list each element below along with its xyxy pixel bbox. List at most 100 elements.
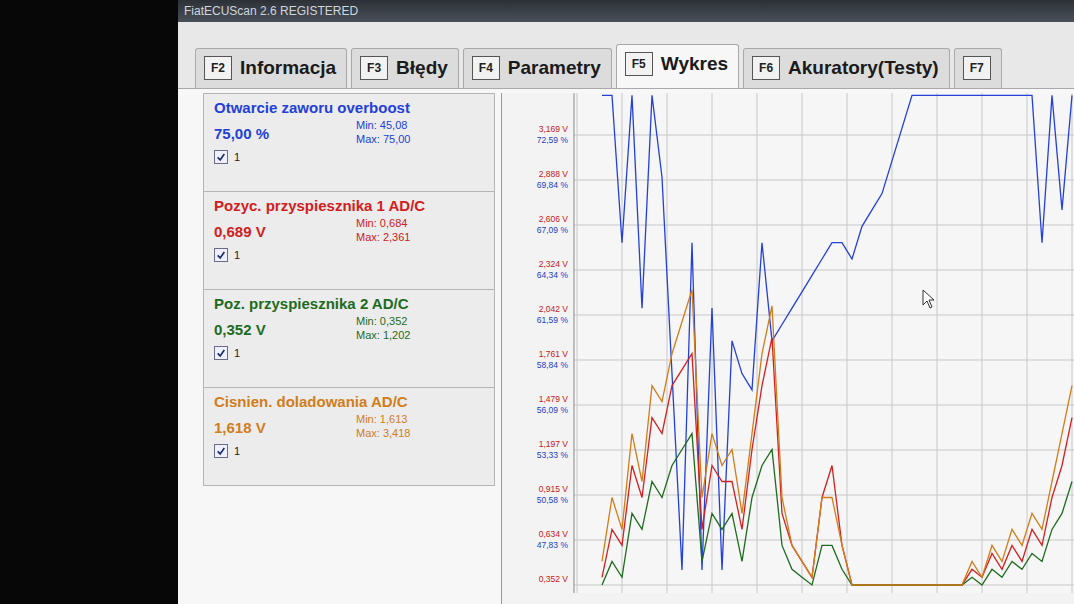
grid-line bbox=[574, 450, 1074, 451]
grid-line bbox=[574, 540, 1074, 541]
tab[interactable]: F7 bbox=[954, 48, 1002, 88]
parameter-card: Poz. przyspiesznika 2 AD/C 0,352 VMin: 0,… bbox=[204, 290, 494, 388]
parameter-list: Otwarcie zaworu overboost 75,00 %Min: 45,… bbox=[203, 93, 495, 486]
y-tick-percent: 56,09 % bbox=[537, 405, 569, 415]
grid-line bbox=[622, 93, 623, 593]
tab-label: Informacja bbox=[240, 57, 336, 79]
series-line bbox=[602, 95, 1072, 570]
grid-line bbox=[1027, 93, 1028, 593]
channel-label: 1 bbox=[234, 151, 240, 163]
y-tick-volts: 2,888 V bbox=[539, 169, 569, 179]
tab-label: Błędy bbox=[396, 57, 448, 79]
grid-line bbox=[574, 180, 1074, 181]
screen-bezel bbox=[0, 0, 178, 604]
grid-line bbox=[1072, 93, 1073, 593]
tab-label: Wykres bbox=[661, 53, 728, 75]
function-key: F6 bbox=[752, 56, 780, 80]
grid-line bbox=[802, 93, 803, 593]
channel-label: 1 bbox=[234, 445, 240, 457]
check-icon bbox=[216, 250, 226, 260]
y-tick-percent: 53,33 % bbox=[537, 450, 569, 460]
grid-line bbox=[937, 93, 938, 593]
parameter-value: 1,618 V bbox=[214, 413, 356, 436]
tab[interactable]: F6 Akuratory(Testy) bbox=[743, 48, 950, 88]
y-tick-percent: 69,84 % bbox=[537, 180, 569, 190]
screen: FiatECUScan 2.6 REGISTERED F2 Informacja F3… bbox=[0, 0, 1074, 604]
y-tick-percent: 67,09 % bbox=[537, 225, 569, 235]
parameter-max: Max: 3,418 bbox=[356, 427, 410, 441]
mouse-cursor-icon bbox=[922, 289, 936, 309]
y-tick-volts: 1,761 V bbox=[539, 349, 569, 359]
y-tick-volts: 0,915 V bbox=[539, 484, 569, 494]
parameter-value: 75,00 % bbox=[214, 119, 356, 142]
parameter-value: 0,352 V bbox=[214, 315, 356, 338]
title-bar: FiatECUScan 2.6 REGISTERED bbox=[178, 0, 1074, 22]
grid-line bbox=[982, 93, 983, 593]
y-tick-volts: 0,352 V bbox=[539, 574, 569, 584]
y-tick-percent: 47,83 % bbox=[537, 540, 569, 550]
content: Otwarcie zaworu overboost 75,00 %Min: 45,… bbox=[178, 89, 1074, 604]
y-tick-volts: 1,479 V bbox=[539, 394, 569, 404]
tab[interactable]: F3 Błędy bbox=[351, 48, 459, 88]
parameter-card: Otwarcie zaworu overboost 75,00 %Min: 45,… bbox=[204, 94, 494, 192]
y-tick-percent: 61,59 % bbox=[537, 315, 569, 325]
chart-plot: 3,169 V72,59 %2,888 V69,84 %2,606 V67,09… bbox=[502, 93, 1074, 593]
parameter-min: Min: 0,684 bbox=[356, 217, 410, 231]
check-icon bbox=[216, 446, 226, 456]
grid-line bbox=[574, 585, 1074, 586]
parameter-card: Cisnien. doladowania AD/C1,618 VMin: 1,6… bbox=[204, 388, 494, 485]
grid-line bbox=[574, 360, 1074, 361]
plot-area bbox=[574, 93, 1074, 593]
y-tick-volts: 2,324 V bbox=[539, 259, 569, 269]
function-key: F3 bbox=[360, 56, 388, 80]
app-window: FiatECUScan 2.6 REGISTERED F2 Informacja F3… bbox=[178, 0, 1074, 604]
grid-line bbox=[847, 93, 848, 593]
parameter-name: Otwarcie zaworu overboost bbox=[214, 99, 486, 116]
grid-line bbox=[574, 405, 1074, 406]
function-key: F7 bbox=[963, 56, 991, 80]
parameter-max: Max: 75,00 bbox=[356, 133, 410, 147]
check-icon bbox=[216, 152, 226, 162]
grid-line bbox=[577, 93, 578, 593]
tab-bar: F2 Informacja F3 Błędy F4Parametry F5 Wykres F6… bbox=[178, 22, 1074, 89]
parameter-checkbox[interactable] bbox=[214, 248, 228, 262]
parameter-checkbox[interactable] bbox=[214, 444, 228, 458]
parameter-checkbox[interactable] bbox=[214, 150, 228, 164]
tab[interactable]: F4Parametry bbox=[463, 48, 612, 88]
series-line bbox=[602, 434, 1072, 585]
y-tick-volts: 1,197 V bbox=[539, 439, 569, 449]
function-key: F2 bbox=[204, 56, 232, 80]
grid-line bbox=[667, 93, 668, 593]
grid-line bbox=[574, 135, 1074, 136]
grid-line bbox=[574, 315, 1074, 316]
channel-label: 1 bbox=[234, 347, 240, 359]
y-axis bbox=[574, 93, 575, 593]
parameter-checkbox[interactable] bbox=[214, 346, 228, 360]
parameter-min: Min: 0,352 bbox=[356, 315, 410, 329]
parameter-name: Pozyc. przyspiesznika 1 AD/C bbox=[214, 197, 486, 214]
tab[interactable]: F2 Informacja bbox=[195, 48, 347, 88]
y-tick-volts: 2,042 V bbox=[539, 304, 569, 314]
parameter-max: Max: 2,361 bbox=[356, 231, 410, 245]
window-title: FiatECUScan 2.6 REGISTERED bbox=[184, 4, 358, 18]
grid-line bbox=[574, 270, 1074, 271]
parameter-max: Max: 1,202 bbox=[356, 329, 410, 343]
parameter-min: Min: 45,08 bbox=[356, 119, 410, 133]
y-tick-percent: 64,34 % bbox=[537, 270, 569, 280]
check-icon bbox=[216, 348, 226, 358]
grid-line bbox=[757, 93, 758, 593]
function-key: F5 bbox=[625, 52, 653, 76]
tab-label: Akuratory(Testy) bbox=[788, 57, 939, 79]
parameter-card: Pozyc. przyspiesznika 1 AD/C 0,689 VMin: … bbox=[204, 192, 494, 290]
parameter-name: Poz. przyspiesznika 2 AD/C bbox=[214, 295, 486, 312]
grid-line bbox=[574, 225, 1074, 226]
parameter-name: Cisnien. doladowania AD/C bbox=[214, 393, 486, 410]
tab[interactable]: F5 Wykres bbox=[616, 44, 739, 88]
y-tick-percent: 58,84 % bbox=[537, 360, 569, 370]
y-tick-volts: 0,634 V bbox=[539, 529, 569, 539]
channel-label: 1 bbox=[234, 249, 240, 261]
grid-line bbox=[892, 93, 893, 593]
y-tick-volts: 2,606 V bbox=[539, 214, 569, 224]
y-tick-percent: 50,58 % bbox=[537, 495, 569, 505]
parameter-value: 0,689 V bbox=[214, 217, 356, 240]
